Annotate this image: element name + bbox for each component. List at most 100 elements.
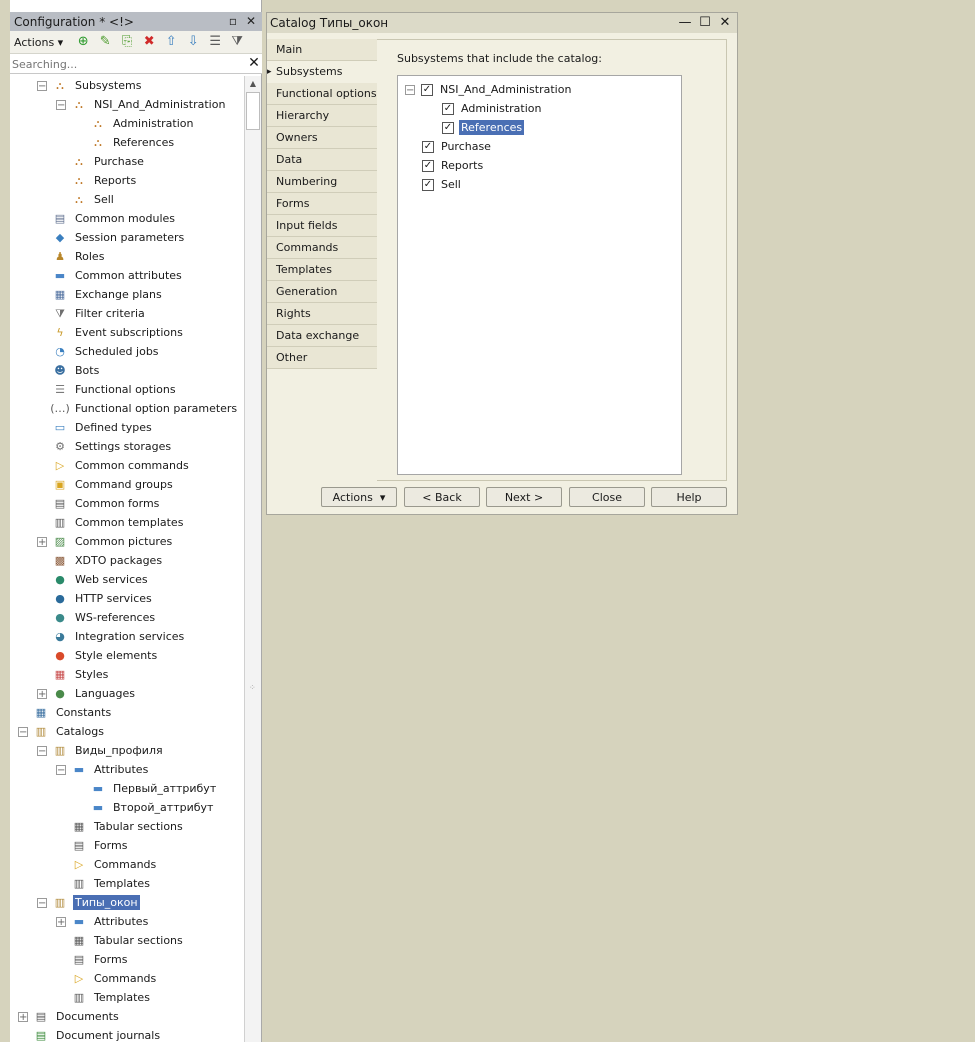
tab-functional-options[interactable]: Functional options xyxy=(267,83,377,105)
tree-item[interactable]: ◆ Session parameters xyxy=(37,228,186,247)
subsystem-checkbox[interactable]: ✓ xyxy=(442,121,454,134)
tab-commands[interactable]: Commands xyxy=(267,237,377,259)
close-icon[interactable]: ✕ xyxy=(244,14,258,28)
tree-item[interactable]: ▷ Commands xyxy=(56,855,158,874)
tab-subsystems[interactable]: ▸ Subsystems xyxy=(267,61,377,83)
tree-item[interactable]: − ▥ Типы_окон xyxy=(37,893,140,912)
subsystem-checkbox[interactable]: ✓ xyxy=(422,140,434,153)
tree-item[interactable]: ⛬ Administration xyxy=(75,114,196,133)
tree-item[interactable]: ▥ Templates xyxy=(56,874,152,893)
clear-search-icon[interactable]: ✕ xyxy=(247,55,261,71)
tree-item[interactable]: ϟ Event subscriptions xyxy=(37,323,185,342)
maximize-icon[interactable]: ☐ xyxy=(697,15,713,31)
tree-item[interactable]: ☻ Bots xyxy=(37,361,101,380)
tree-item[interactable]: − ▥ Виды_профиля xyxy=(37,741,165,760)
tree-item[interactable]: ◔ Scheduled jobs xyxy=(37,342,161,361)
subsystem-item[interactable]: ✓ Reports xyxy=(422,156,485,175)
tree-item[interactable]: ▦ Tabular sections xyxy=(56,817,185,836)
tab-main[interactable]: Main xyxy=(267,39,377,61)
tab-hierarchy[interactable]: Hierarchy xyxy=(267,105,377,127)
tree-item[interactable]: ▦ Tabular sections xyxy=(56,931,185,950)
tree-item[interactable]: ▣ Command groups xyxy=(37,475,175,494)
subsystem-item[interactable]: ✓ Sell xyxy=(422,175,463,194)
tree-item[interactable]: + ▨ Common pictures xyxy=(37,532,174,551)
move-down-icon[interactable]: ⇩ xyxy=(185,34,201,50)
tree-item[interactable]: ▩ XDTO packages xyxy=(37,551,164,570)
sort-icon[interactable]: ☰ xyxy=(207,34,223,50)
tab-data-exchange[interactable]: Data exchange xyxy=(267,325,377,347)
tree-item[interactable]: ▤ Document journals xyxy=(18,1026,162,1042)
tree-item[interactable]: − ⛬ NSI_And_Administration xyxy=(56,95,227,114)
tree-item[interactable]: ⧩ Filter criteria xyxy=(37,304,147,323)
tree-item[interactable]: ⚙ Settings storages xyxy=(37,437,173,456)
subsystem-item[interactable]: ✓ Administration xyxy=(442,99,544,118)
tree-scrollbar[interactable]: ▲ ⁘ xyxy=(244,76,261,1042)
subsystem-item[interactable]: ✓ Purchase xyxy=(422,137,493,156)
tree-item[interactable]: ▤ Common forms xyxy=(37,494,161,513)
minimize-icon[interactable]: — xyxy=(677,15,693,31)
tree-item[interactable]: ▦ Styles xyxy=(37,665,110,684)
tree-item[interactable]: ☰ Functional options xyxy=(37,380,178,399)
tab-input-fields[interactable]: Input fields xyxy=(267,215,377,237)
subsystem-item[interactable]: − ✓ NSI_And_Administration xyxy=(405,80,573,99)
tab-data[interactable]: Data xyxy=(267,149,377,171)
tree-item[interactable]: (…) Functional option parameters xyxy=(37,399,239,418)
scroll-thumb[interactable] xyxy=(246,92,260,130)
expand-icon[interactable]: + xyxy=(37,688,47,699)
tree-item[interactable]: − ⛬ Subsystems xyxy=(37,76,143,95)
tab-templates[interactable]: Templates xyxy=(267,259,377,281)
tree-item[interactable]: ▬ Второй_аттрибут xyxy=(75,798,215,817)
search-input[interactable] xyxy=(12,56,240,72)
tree-item[interactable]: ⛬ Reports xyxy=(56,171,138,190)
tree-item[interactable]: + ▬ Attributes xyxy=(56,912,150,931)
collapse-icon[interactable]: − xyxy=(37,897,47,908)
collapse-icon[interactable]: − xyxy=(56,764,66,775)
scroll-up-icon[interactable]: ▲ xyxy=(245,76,261,92)
tree-item[interactable]: ▷ Commands xyxy=(56,969,158,988)
tree-item[interactable]: ▦ Exchange plans xyxy=(37,285,164,304)
tab-generation[interactable]: Generation xyxy=(267,281,377,303)
collapse-icon[interactable]: − xyxy=(37,745,47,756)
tree-item[interactable]: − ▬ Attributes xyxy=(56,760,150,779)
tree-item[interactable]: ▬ Первый_аттрибут xyxy=(75,779,218,798)
copy-icon[interactable]: ⎘ xyxy=(119,34,135,50)
collapse-icon[interactable]: − xyxy=(18,726,28,737)
tree-item[interactable]: ● Web services xyxy=(37,570,150,589)
subsystem-item[interactable]: ✓ References xyxy=(442,118,525,137)
expand-icon[interactable]: + xyxy=(18,1011,28,1022)
tree-item[interactable]: ♟ Roles xyxy=(37,247,106,266)
tab-forms[interactable]: Forms xyxy=(267,193,377,215)
move-up-icon[interactable]: ⇧ xyxy=(163,34,179,50)
tree-item[interactable]: ▷ Common commands xyxy=(37,456,191,475)
collapse-icon[interactable]: − xyxy=(405,84,415,95)
tree-item[interactable]: ● Style elements xyxy=(37,646,159,665)
tab-other[interactable]: Other xyxy=(267,347,377,369)
pin-icon[interactable]: ▫ xyxy=(226,14,240,28)
subsystem-checkbox[interactable]: ✓ xyxy=(442,102,454,115)
actions-menu-button[interactable]: Actions ▾ xyxy=(14,36,69,49)
help-button[interactable]: Help xyxy=(651,487,727,507)
subsystem-checkbox[interactable]: ✓ xyxy=(422,159,434,172)
tree-item[interactable]: ▥ Templates xyxy=(56,988,152,1007)
edit-icon[interactable]: ✎ xyxy=(97,34,113,50)
subsystem-checkbox[interactable]: ✓ xyxy=(421,83,433,96)
tree-item[interactable]: ⛬ References xyxy=(75,133,176,152)
next-button[interactable]: Next > xyxy=(486,487,562,507)
tab-owners[interactable]: Owners xyxy=(267,127,377,149)
tree-item[interactable]: − ▥ Catalogs xyxy=(18,722,106,741)
tree-item[interactable]: + ● Languages xyxy=(37,684,137,703)
tree-item[interactable]: ● HTTP services xyxy=(37,589,154,608)
scroll-grip-icon[interactable]: ⁘ xyxy=(249,683,256,692)
expand-icon[interactable]: + xyxy=(56,916,66,927)
back-button[interactable]: < Back xyxy=(404,487,480,507)
tree-item[interactable]: + ▤ Documents xyxy=(18,1007,121,1026)
add-icon[interactable]: ⊕ xyxy=(75,34,91,50)
tree-item[interactable]: ▤ Common modules xyxy=(37,209,177,228)
actions-button[interactable]: Actions ▾ xyxy=(321,487,397,507)
tree-item[interactable]: ▤ Forms xyxy=(56,836,129,855)
tab-numbering[interactable]: Numbering xyxy=(267,171,377,193)
filter-icon[interactable]: ⧩ xyxy=(229,34,245,50)
delete-icon[interactable]: ✖ xyxy=(141,34,157,50)
tree-item[interactable]: ● WS-references xyxy=(37,608,157,627)
tree-item[interactable]: ▥ Common templates xyxy=(37,513,185,532)
